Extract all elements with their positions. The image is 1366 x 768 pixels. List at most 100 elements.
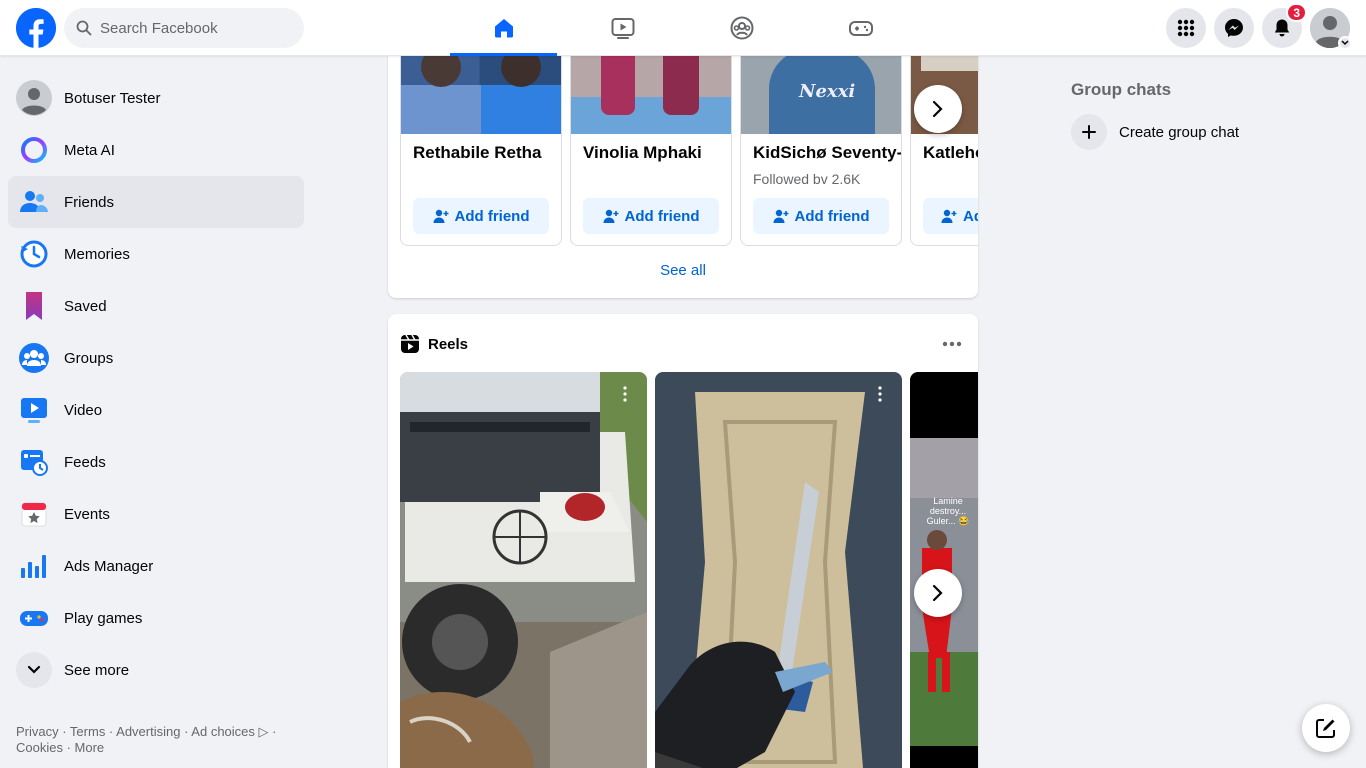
events-icon	[16, 496, 52, 532]
reel-options-button[interactable]	[623, 386, 627, 407]
sidebar-item-play-games[interactable]: Play games	[8, 592, 304, 644]
add-person-icon	[603, 209, 618, 223]
add-friend-button[interactable]: Add friend	[413, 198, 549, 234]
group-chats-heading: Group chats	[1071, 80, 1172, 99]
footer-line-1[interactable]: Privacy · Terms · Advertising · Ad choic…	[16, 724, 296, 740]
footer-links-text[interactable]: Privacy · Terms · Advertising · Ad choic…	[16, 724, 255, 739]
facebook-logo[interactable]	[16, 8, 56, 48]
search-input[interactable]	[100, 19, 280, 37]
person-name[interactable]: Vinolia Mphaki	[583, 143, 702, 163]
sidebar-item-label: Feeds	[64, 453, 106, 471]
sidebar-item-events[interactable]: Events	[8, 488, 304, 540]
profile-avatar	[16, 80, 52, 116]
reel-caption: Lamine destroy... Guler... 😂	[926, 496, 970, 526]
add-friend-label: Add friend	[624, 207, 700, 225]
sidebar-item-video[interactable]: Video	[8, 384, 304, 436]
person-card[interactable]: Katleho Add friend	[910, 40, 978, 246]
more-vertical-icon	[623, 386, 627, 402]
bell-icon	[1274, 19, 1290, 37]
sidebar-item-see-more[interactable]: See more	[8, 644, 304, 696]
sidebar-item-label: Groups	[64, 349, 114, 367]
chevron-right-icon	[932, 100, 943, 118]
people-next-button[interactable]	[914, 85, 962, 133]
create-group-chat-label: Create group chat	[1119, 123, 1240, 141]
chevron-right-icon	[932, 584, 943, 602]
person-card[interactable]: Nexxi KidSichø Seventy- Followed bv 2.6K…	[740, 40, 902, 246]
video-icon	[16, 392, 52, 428]
reels-card: Reels Lamine destroy... Guler... 😂	[388, 314, 978, 768]
groups-icon	[730, 16, 753, 40]
notifications-button[interactable]: 3	[1262, 3, 1307, 48]
reel-image-offroad-truck	[400, 372, 647, 768]
add-friend-button[interactable]: Add friend	[923, 198, 978, 234]
header-actions: 3	[1166, 3, 1352, 50]
new-message-button[interactable]	[1302, 704, 1350, 752]
footer-links: Privacy · Terms · Advertising · Ad choic…	[16, 724, 296, 756]
tab-groups[interactable]	[682, 0, 801, 56]
sidebar-item-memories[interactable]: Memories	[8, 228, 304, 280]
sidebar-item-label: Ads Manager	[64, 557, 154, 575]
main-nav-tabs	[444, 0, 920, 56]
sidebar-item-groups[interactable]: Groups	[8, 332, 304, 384]
person-name[interactable]: KidSichø Seventy-	[753, 143, 901, 163]
sidebar-item-label: Events	[64, 505, 110, 523]
compose-icon	[1316, 719, 1335, 738]
create-group-chat-button[interactable]: Create group chat	[1063, 108, 1351, 156]
sidebar-item-ads-manager[interactable]: Ads Manager	[8, 540, 304, 592]
menu-button[interactable]	[1166, 8, 1206, 48]
sidebar-item-label: Botuser Tester	[64, 89, 161, 107]
watch-icon	[611, 18, 634, 39]
sidebar-item-profile[interactable]: Botuser Tester	[8, 72, 304, 124]
sidebar-item-label: Memories	[64, 245, 130, 263]
messenger-button[interactable]	[1214, 8, 1254, 48]
person-card[interactable]: Rethabile Retha Add friend	[400, 40, 562, 246]
footer-line-2[interactable]: Cookies · More	[16, 740, 296, 756]
reels-more-button[interactable]	[942, 334, 962, 352]
add-friend-label: Add friend	[794, 207, 870, 225]
right-column: Group chats Create group chat	[1063, 72, 1351, 156]
sidebar-item-label: Friends	[64, 193, 115, 211]
reel-thumbnail[interactable]	[655, 372, 902, 768]
notifications-badge: 3	[1286, 3, 1307, 22]
gaming-icon	[848, 21, 873, 36]
person-name[interactable]: Rethabile Retha	[413, 143, 541, 163]
add-friend-label: Add friend	[454, 207, 530, 225]
reels-header: Reels	[400, 334, 468, 354]
tab-home[interactable]	[444, 0, 563, 56]
chevron-down-icon	[1338, 36, 1352, 50]
reel-image-air-gun-tool	[655, 372, 902, 768]
reel-thumbnail[interactable]	[400, 372, 647, 768]
add-person-icon	[433, 209, 448, 223]
chevron-down-icon	[16, 652, 52, 688]
add-friend-button[interactable]: Add friend	[753, 198, 889, 234]
search-bar[interactable]	[64, 8, 304, 48]
sidebar-item-meta-ai[interactable]: Meta AI	[8, 124, 304, 176]
top-navigation-bar: 3	[0, 0, 1366, 56]
sidebar-item-label: Saved	[64, 297, 107, 315]
add-person-icon	[773, 209, 788, 223]
reels-icon	[401, 334, 419, 353]
person-card[interactable]: Vinolia Mphaki Add friend	[570, 40, 732, 246]
friends-icon	[16, 184, 52, 220]
sidebar-item-label: See more	[64, 661, 130, 679]
sidebar-item-label: Video	[64, 401, 103, 419]
tab-gaming[interactable]	[801, 0, 920, 56]
sidebar-item-feeds[interactable]: Feeds	[8, 436, 304, 488]
left-sidebar: Botuser Tester Meta AI Friends Memories …	[8, 72, 304, 696]
tab-video[interactable]	[563, 0, 682, 56]
people-you-may-know-card: Rethabile Retha Add friend Vinolia Mphak…	[388, 40, 978, 298]
search-icon	[76, 20, 92, 36]
sidebar-item-saved[interactable]: Saved	[8, 280, 304, 332]
home-icon	[494, 19, 513, 38]
reel-options-button[interactable]	[878, 386, 882, 407]
account-avatar-button[interactable]	[1310, 8, 1352, 50]
memories-icon	[16, 236, 52, 272]
sidebar-item-friends[interactable]: Friends	[8, 176, 304, 228]
reels-next-button[interactable]	[914, 569, 962, 617]
see-all-link[interactable]: See all	[388, 262, 978, 279]
meta-ai-icon	[16, 132, 52, 168]
person-name[interactable]: Katleho	[923, 143, 978, 163]
play-games-icon	[16, 600, 52, 636]
reels-title: Reels	[428, 335, 469, 353]
add-friend-button[interactable]: Add friend	[583, 198, 719, 234]
